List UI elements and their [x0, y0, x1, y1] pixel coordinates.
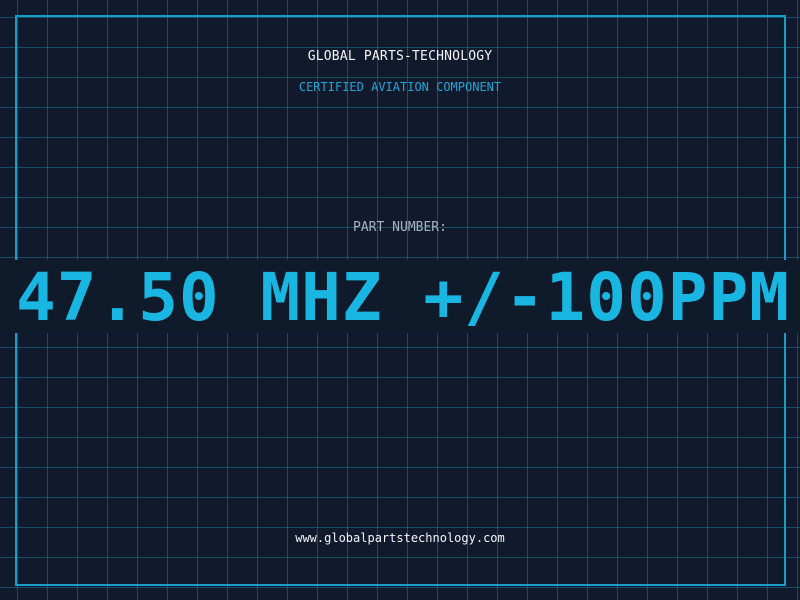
company-name: GLOBAL PARTS-TECHNOLOGY — [307, 49, 493, 64]
certificate-canvas: GLOBAL PARTS-TECHNOLOGY CERTIFIED AVIATI… — [0, 0, 800, 600]
certification-subtitle: CERTIFIED AVIATION COMPONENT — [298, 80, 502, 94]
part-number-label: PART NUMBER: — [353, 220, 447, 235]
part-number-value: 47.50 MHZ +/-100PPM — [16, 260, 790, 334]
website-link[interactable]: www.globalpartstechnology.com — [0, 531, 800, 545]
part-number-band: 47.50 MHZ +/-100PPM — [0, 260, 800, 333]
